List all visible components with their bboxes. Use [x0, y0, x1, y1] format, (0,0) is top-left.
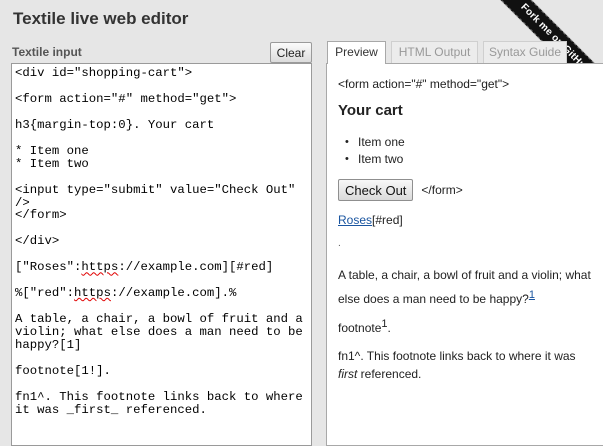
textile-line: <div id="shopping-cart">	[15, 66, 193, 80]
footref-text: footnote	[338, 321, 382, 335]
preview-form-close-text: </form>	[421, 183, 463, 197]
tab-preview[interactable]: Preview	[327, 41, 386, 64]
textile-line: %["red":https://example.com].%	[15, 286, 237, 301]
preview-item-list: Item one Item two	[338, 134, 405, 168]
textile-line: fn1^. This footnote links back to where	[15, 389, 303, 404]
textile-line: <form action="#" method="get">	[15, 91, 237, 106]
preview-form-row: Check Out </form>	[338, 179, 463, 201]
textile-line: </form>	[15, 208, 67, 223]
roses-link[interactable]: Roses	[338, 213, 372, 227]
tab-syntax-guide[interactable]: Syntax Guide	[483, 41, 567, 63]
preview-paragraph: A table, a chair, a bowl of fruit and a …	[338, 265, 593, 309]
textile-line	[15, 352, 308, 365]
footnote-emphasis: first	[338, 367, 358, 381]
textile-line: </div>	[15, 234, 60, 249]
footref-period: .	[387, 321, 391, 335]
textile-line: happy?[1]	[15, 338, 82, 353]
textile-line	[15, 378, 308, 391]
textile-line: <input type="submit" value="Check Out"	[15, 182, 296, 197]
list-item: Item one	[345, 134, 405, 151]
textile-line: * Item two	[15, 156, 89, 171]
textile-input-label: Textile input	[12, 45, 82, 59]
textile-line	[15, 171, 308, 184]
preview-footnote-ref-line: footnote1.	[338, 318, 391, 335]
misspelled-word: https	[81, 260, 119, 275]
list-item: Item two	[345, 151, 405, 168]
textile-line: * Item one	[15, 143, 89, 158]
preview-pane: <form action="#" method="get"> Your cart…	[326, 63, 603, 446]
textile-line	[15, 106, 308, 119]
misspelled-word: https	[74, 286, 111, 301]
clear-button[interactable]: Clear	[270, 42, 312, 63]
footnote-prefix: fn1^. This footnote links back to where …	[338, 349, 576, 363]
footnote-ref-link[interactable]: 1	[529, 289, 535, 301]
textile-line: it was _first_ referenced.	[15, 402, 207, 417]
textile-input-textarea[interactable]: <div id="shopping-cart"> <form action="#…	[11, 63, 312, 446]
preview-form-open-text: <form action="#" method="get">	[338, 77, 510, 91]
preview-dot: .	[338, 238, 341, 249]
footnote-suffix: referenced.	[357, 367, 422, 381]
textile-line	[15, 80, 308, 93]
paragraph-text: A table, a chair, a bowl of fruit and a …	[338, 268, 591, 306]
textile-line	[15, 132, 308, 145]
check-out-button[interactable]: Check Out	[338, 179, 414, 201]
preview-roses-line: Roses[#red]	[338, 213, 403, 227]
roses-suffix: [#red]	[372, 213, 403, 227]
textile-line: h3{margin-top:0}. Your cart	[15, 117, 215, 132]
preview-footnote: fn1^. This footnote links back to where …	[338, 347, 598, 383]
textile-line: ["Roses":https://example.com][#red]	[15, 260, 274, 275]
preview-heading: Your cart	[338, 102, 403, 119]
tab-html-output[interactable]: HTML Output	[391, 41, 478, 63]
app-title: Textile live web editor	[13, 9, 189, 28]
textile-line: footnote[1!].	[15, 363, 111, 378]
